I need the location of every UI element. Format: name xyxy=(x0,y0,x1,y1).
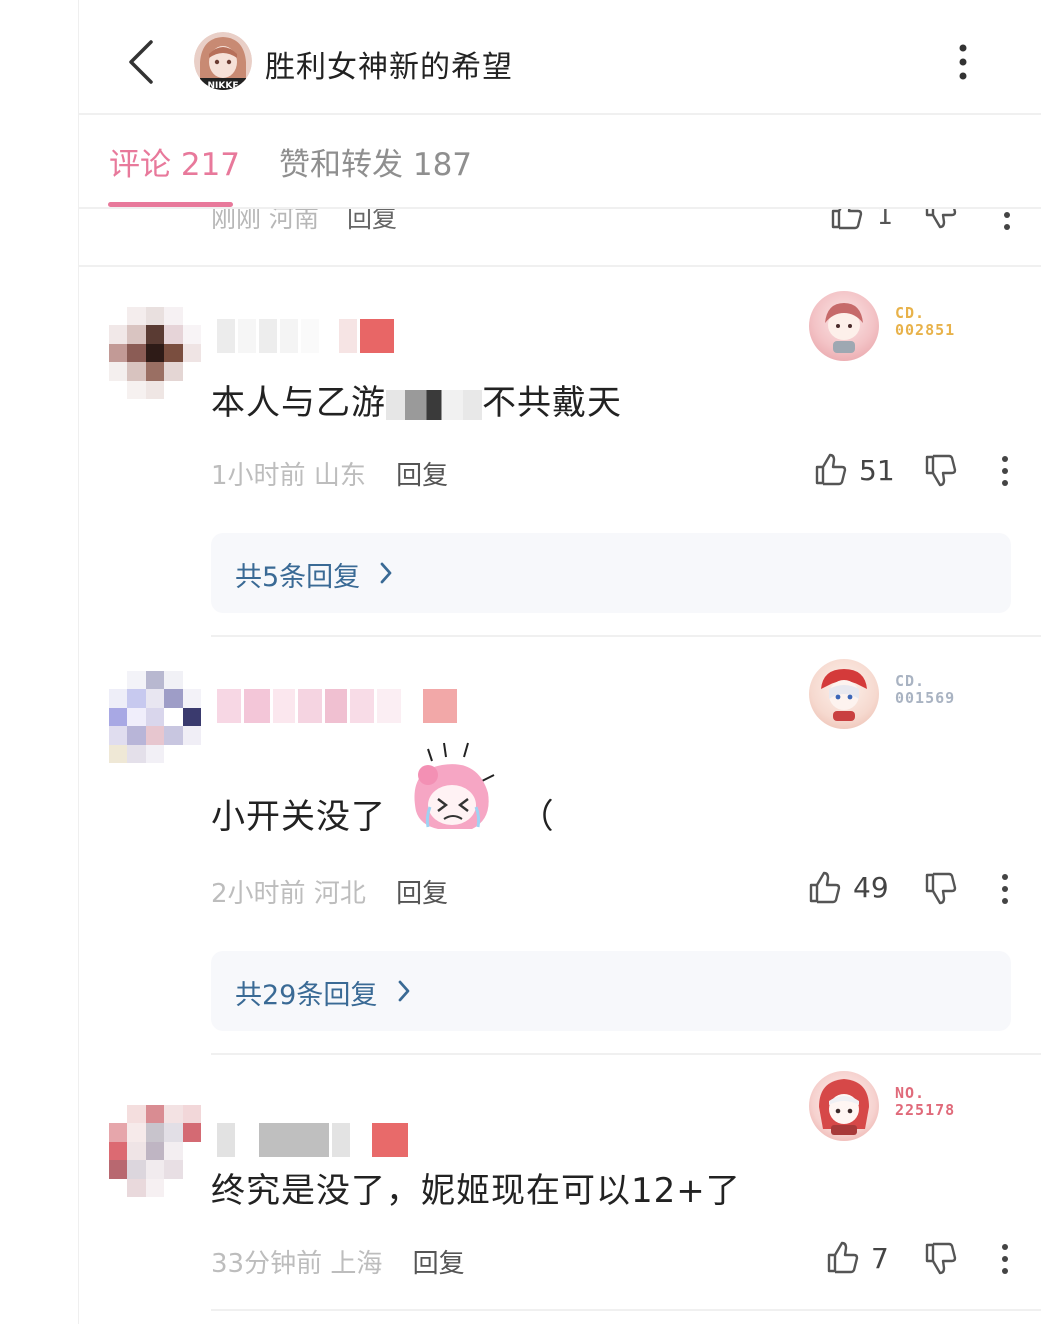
divider xyxy=(211,1309,1041,1311)
comment-text: 终究是没了，妮姬现在可以12+了 xyxy=(211,1171,741,1211)
channel-avatar[interactable]: NIKKE xyxy=(194,32,252,90)
badge-code-number: 225178 xyxy=(895,1101,956,1119)
badge-code: CD. 002851 xyxy=(895,305,955,339)
thumbs-up-icon[interactable] xyxy=(813,451,849,487)
badge-character-icon xyxy=(809,1071,879,1141)
comment-text-part: 本人与乙游 xyxy=(211,383,386,423)
thumbs-down-icon[interactable] xyxy=(923,453,959,489)
thumbs-up-icon[interactable] xyxy=(807,869,843,905)
badge-code: NO. 225178 xyxy=(895,1085,955,1119)
comment-time: 33分钟前 xyxy=(211,1249,323,1279)
comment-item: NO. 225178 终究是没了，妮姬现在可以12+了 33分钟前 上海 回复 … xyxy=(79,1055,1041,1324)
divider xyxy=(211,635,1041,637)
back-arrow-icon[interactable] xyxy=(121,36,161,88)
comment-meta: 33分钟前 上海 回复 xyxy=(211,1243,465,1280)
partial-comment-time: 刚刚 xyxy=(211,209,262,233)
chevron-right-icon xyxy=(397,979,411,1007)
partial-comment-location: 河南 xyxy=(268,209,319,233)
comment-time: 2小时前 xyxy=(211,879,306,909)
tab-likes-reposts[interactable]: 赞和转发 187 xyxy=(279,139,472,184)
active-tab-indicator xyxy=(108,202,233,207)
partial-comment-meta: 刚刚 河南 回复 xyxy=(211,209,397,235)
thumbs-down-icon[interactable] xyxy=(923,209,959,235)
comment-location: 上海 xyxy=(330,1249,383,1279)
tab-comments[interactable]: 评论 217 xyxy=(109,139,240,184)
partial-more-icon[interactable] xyxy=(997,209,1017,237)
badge-code-number: 001569 xyxy=(895,689,956,707)
username-redacted[interactable] xyxy=(217,689,457,723)
more-options-icon[interactable] xyxy=(951,40,975,84)
comment-text-part: 小开关没了 xyxy=(211,797,386,837)
comment-location: 河北 xyxy=(313,879,366,909)
comment-item: CD. 002851 本人与乙游 不共戴天 1小时前 山东 回复 51 共5条回复 xyxy=(79,267,1041,639)
thumbs-down-icon[interactable] xyxy=(923,1241,959,1277)
redacted-block xyxy=(386,389,482,420)
avatar[interactable] xyxy=(109,1105,201,1197)
reply-button[interactable]: 回复 xyxy=(413,1249,465,1279)
comment-meta: 1小时前 山东 回复 xyxy=(211,455,448,492)
comment-text-part: （ xyxy=(519,797,555,837)
avatar[interactable] xyxy=(109,307,201,399)
comment-time: 1小时前 xyxy=(211,461,306,491)
replies-count-label: 共29条回复 xyxy=(235,980,378,1011)
fan-badge: CD. 002851 xyxy=(809,291,969,363)
page-title: 胜利女神新的希望 xyxy=(265,50,513,85)
crying-sticker-icon xyxy=(398,741,508,837)
fan-badge: NO. 225178 xyxy=(809,1071,969,1143)
chevron-right-icon xyxy=(379,561,393,589)
partial-reply-button[interactable]: 回复 xyxy=(347,209,397,233)
comment-text-part: 不共戴天 xyxy=(482,383,622,423)
badge-code-prefix: CD. xyxy=(895,304,926,322)
tab-bar: 评论 217 赞和转发 187 xyxy=(79,117,1041,209)
badge-code-prefix: NO. xyxy=(895,1084,926,1102)
more-icon[interactable] xyxy=(995,453,1015,489)
fan-badge: CD. 001569 xyxy=(809,659,969,731)
thumbs-up-icon[interactable] xyxy=(825,1239,861,1275)
username-redacted[interactable] xyxy=(217,319,394,353)
reply-button[interactable]: 回复 xyxy=(396,879,448,909)
comment-item: CD. 001569 小开关没了 （ 2小时前 河北 回复 49 共29条回复 xyxy=(79,639,1041,1055)
more-icon[interactable] xyxy=(995,1241,1015,1277)
badge-code-prefix: CD. xyxy=(895,672,926,690)
comment-screen: NIKKE 胜利女神新的希望 评论 217 赞和转发 187 刚刚 河南 回复 … xyxy=(78,0,1062,1324)
comment-text: 小开关没了 （ xyxy=(211,742,555,838)
comment-meta: 2小时前 河北 回复 xyxy=(211,873,448,910)
badge-code-number: 002851 xyxy=(895,321,956,339)
partial-comment: 刚刚 河南 回复 1 xyxy=(79,209,1041,267)
username-redacted[interactable] xyxy=(217,1123,408,1157)
avatar[interactable] xyxy=(109,671,201,763)
badge-character-icon xyxy=(809,291,879,361)
view-replies-button[interactable]: 共5条回复 xyxy=(211,533,1011,613)
avatar-logo-text: NIKKE xyxy=(208,81,239,90)
badge-character-icon xyxy=(809,659,879,729)
badge-code: CD. 001569 xyxy=(895,673,955,707)
comment-location: 山东 xyxy=(313,461,366,491)
like-count: 49 xyxy=(853,871,889,904)
reply-button[interactable]: 回复 xyxy=(396,461,448,491)
thumbs-down-icon[interactable] xyxy=(923,871,959,907)
top-bar: NIKKE 胜利女神新的希望 xyxy=(79,0,1041,115)
partial-like-count: 1 xyxy=(877,209,893,230)
replies-count-label: 共5条回复 xyxy=(235,562,361,593)
thumbs-up-icon[interactable] xyxy=(829,209,865,235)
like-count: 51 xyxy=(859,454,895,487)
view-replies-button[interactable]: 共29条回复 xyxy=(211,951,1011,1031)
comment-text: 本人与乙游 不共戴天 xyxy=(211,375,622,424)
more-icon[interactable] xyxy=(995,871,1015,907)
like-count: 7 xyxy=(871,1242,889,1275)
